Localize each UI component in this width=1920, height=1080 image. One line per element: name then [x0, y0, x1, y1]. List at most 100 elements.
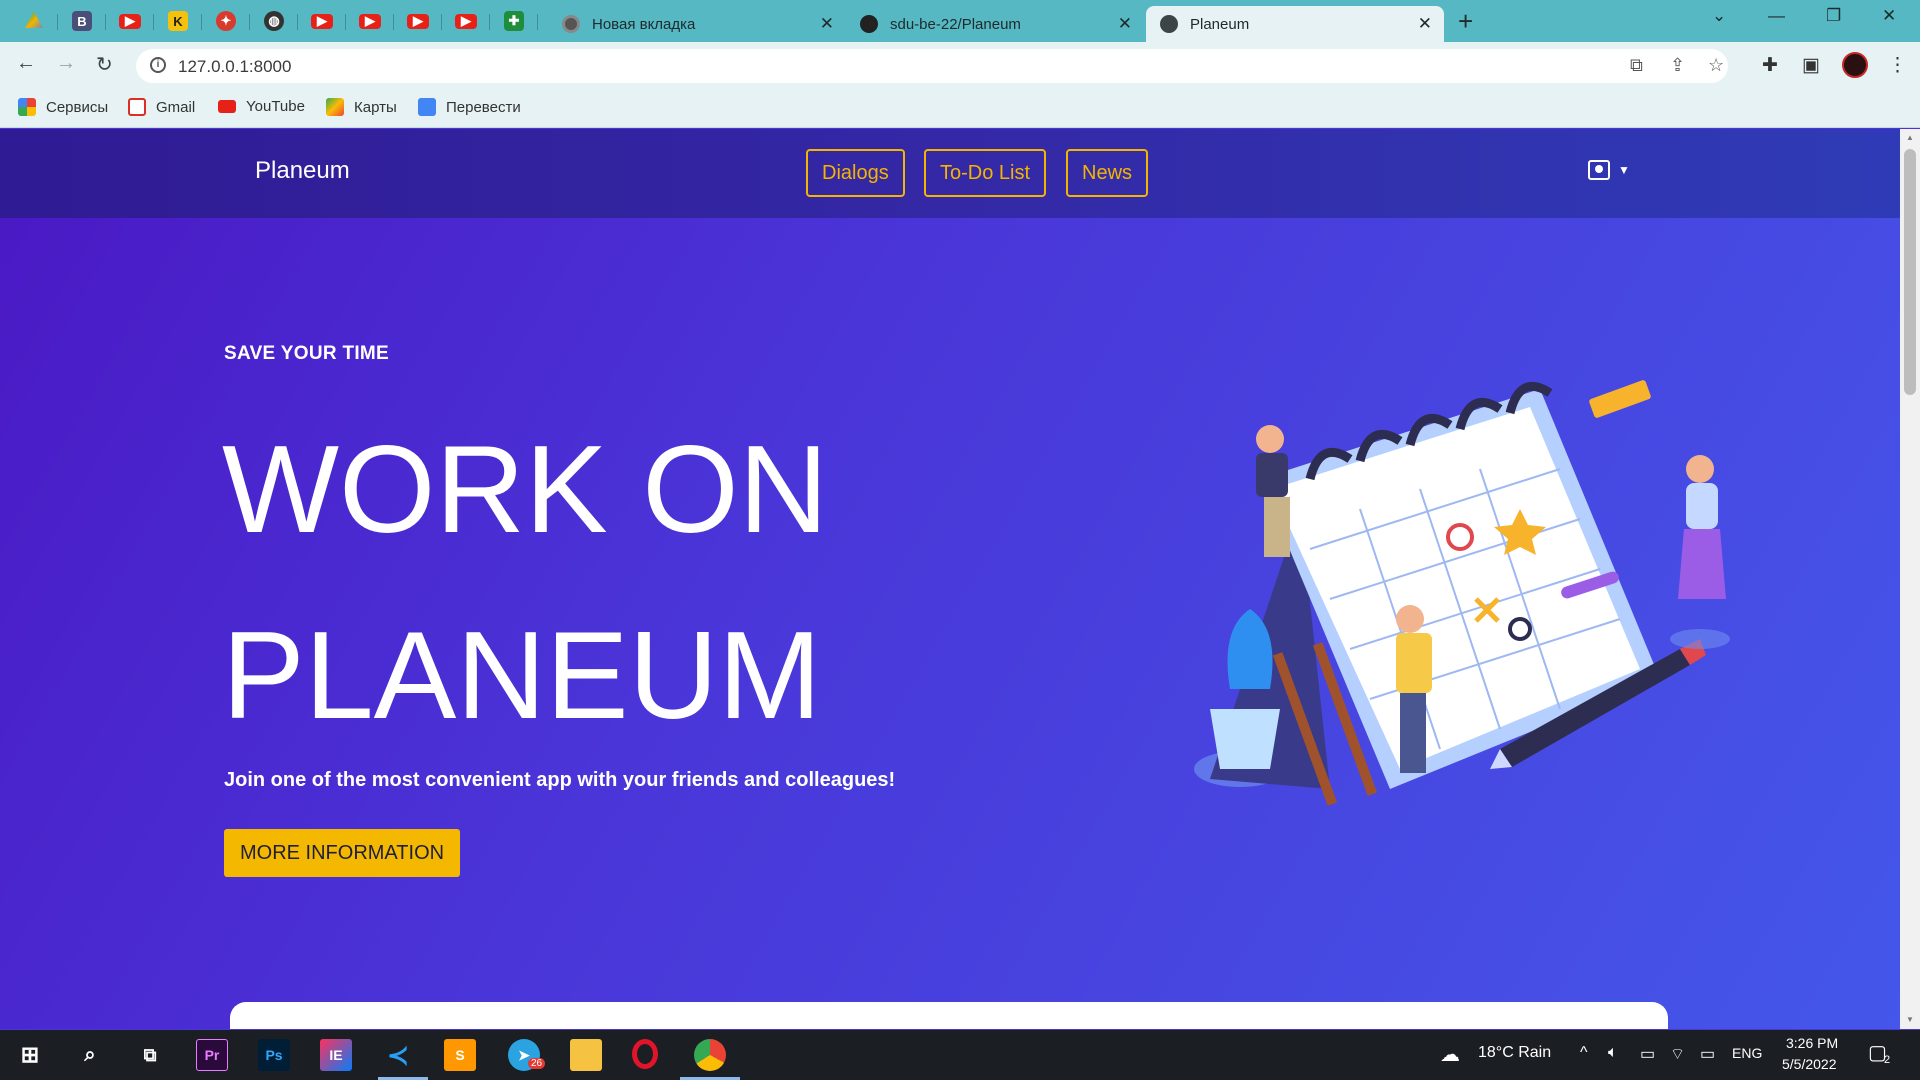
close-icon[interactable]: ✕: [1118, 14, 1132, 34]
pinned-tab-b[interactable]: B: [58, 6, 106, 36]
pinned-tab-sheets[interactable]: ✚: [490, 6, 538, 36]
site-navbar: Planeum Dialogs To-Do List News ▼: [0, 129, 1900, 218]
pinned-tab-k[interactable]: K: [154, 6, 202, 36]
bookmark-translate[interactable]: Перевести: [418, 98, 521, 116]
user-menu-dropdown[interactable]: ▼: [1588, 160, 1630, 180]
bookmark-youtube[interactable]: YouTube: [218, 98, 305, 115]
scroll-down-arrow-icon[interactable]: ▼: [1906, 1015, 1914, 1024]
sublime-text-icon[interactable]: S: [444, 1039, 476, 1071]
restore-button[interactable]: ❐: [1826, 6, 1841, 26]
chrome-icon[interactable]: [694, 1039, 726, 1071]
intellij-icon[interactable]: IE: [320, 1039, 352, 1071]
new-tab-button[interactable]: +: [1458, 6, 1473, 37]
b-logo-icon: B: [72, 11, 92, 31]
more-information-button[interactable]: MORE INFORMATION: [224, 829, 461, 877]
weather-text[interactable]: 18°C Rain: [1478, 1044, 1551, 1062]
clock-date[interactable]: 5/5/2022: [1782, 1056, 1837, 1072]
globe-icon: [1160, 15, 1178, 33]
pinned-tab-youtube-4[interactable]: ▶: [394, 6, 442, 36]
youtube-icon: ▶: [359, 13, 381, 29]
notifications-count: 2: [1884, 1054, 1891, 1066]
tab-title: Новая вкладка: [592, 15, 696, 33]
apps-grid-icon: [18, 98, 36, 116]
extensions-puzzle-icon[interactable]: ✚: [1762, 54, 1778, 77]
page-scrollbar[interactable]: ▲ ▼: [1900, 129, 1920, 1029]
hero-title-line-1: WORK ON: [222, 421, 829, 559]
site-brand[interactable]: Planeum: [255, 157, 350, 185]
reload-button[interactable]: ↻: [96, 52, 113, 77]
weather-rain-icon[interactable]: ☁: [1440, 1042, 1460, 1067]
bookmarks-bar: Сервисы Gmail YouTube Карты Перевести: [0, 88, 1920, 128]
task-view-icon[interactable]: ⧉: [134, 1039, 166, 1071]
back-button[interactable]: ←: [16, 52, 36, 75]
pinned-tab-youtube[interactable]: ▶: [106, 6, 154, 36]
language-indicator[interactable]: ENG: [1732, 1045, 1762, 1061]
bookmark-star-icon[interactable]: ☆: [1708, 55, 1724, 76]
nav-dialogs-link[interactable]: Dialogs: [806, 149, 905, 197]
tab-new-tab[interactable]: Новая вкладка ✕: [548, 6, 846, 42]
volume-icon[interactable]: 🔈︎: [1608, 1044, 1618, 1062]
hero-title: WORK ON PLANEUM: [222, 397, 922, 769]
globe-icon: ◍: [264, 11, 284, 31]
content-card: [230, 1002, 1668, 1029]
browser-tab-strip: B ▶ K ✦ ◍ ▶ ▶ ▶ ▶ ✚ Новая вкладка ✕ sdu-…: [0, 0, 1920, 42]
address-bar[interactable]: i 127.0.0.1:8000 ⧉ ⇪ ☆: [136, 49, 1728, 83]
pinned-tab-youtube-3[interactable]: ▶: [346, 6, 394, 36]
windows-taskbar: ⊞ ⌕ ⧉ Pr Ps IE ≺ S ➤ 26 ☁ 18°C Rain ^ 🔈︎…: [0, 1030, 1920, 1080]
minimize-button[interactable]: —: [1768, 6, 1785, 26]
nav-news-link[interactable]: News: [1066, 149, 1149, 197]
calendar-illustration: [1194, 380, 1730, 806]
tab-title: sdu-be-22/Planeum: [890, 15, 1021, 33]
site-info-icon[interactable]: i: [150, 57, 166, 73]
search-icon[interactable]: ⌕: [74, 1039, 106, 1071]
battery-icon[interactable]: ▭: [1700, 1044, 1715, 1064]
pinned-tab-youtube-2[interactable]: ▶: [298, 6, 346, 36]
tab-github[interactable]: sdu-be-22/Planeum ✕: [846, 6, 1144, 42]
pinned-tab-youtube-5[interactable]: ▶: [442, 6, 490, 36]
gmail-icon: [128, 98, 146, 116]
window-close-button[interactable]: ✕: [1882, 6, 1896, 26]
app-icon: ✦: [216, 11, 236, 31]
chrome-icon: [562, 15, 580, 33]
profile-avatar[interactable]: [1842, 52, 1868, 78]
tray-chevron-up-icon[interactable]: ^: [1580, 1044, 1588, 1062]
bookmark-label: Сервисы: [46, 98, 109, 116]
file-explorer-icon[interactable]: [570, 1039, 602, 1071]
plus-green-icon: ✚: [504, 11, 524, 31]
opera-icon[interactable]: [632, 1039, 658, 1069]
bookmark-services[interactable]: Сервисы: [18, 98, 108, 116]
translate-icon[interactable]: ⧉: [1630, 55, 1643, 76]
pinned-tab-app[interactable]: ✦: [202, 6, 250, 36]
photoshop-icon[interactable]: Ps: [258, 1039, 290, 1071]
youtube-icon: [218, 100, 236, 113]
tab-planeum[interactable]: Planeum ✕: [1146, 6, 1444, 42]
google-drive-icon: [25, 12, 43, 28]
clock-time[interactable]: 3:26 PM: [1786, 1035, 1838, 1051]
windows-start-icon[interactable]: ⊞: [14, 1039, 46, 1071]
bookmark-gmail[interactable]: Gmail: [128, 98, 195, 116]
wifi-icon[interactable]: ⌔: [1670, 1044, 1685, 1064]
tab-search-chevron-icon[interactable]: ⌄: [1712, 6, 1726, 26]
side-panel-icon[interactable]: ▣: [1802, 54, 1820, 77]
vscode-icon[interactable]: ≺: [382, 1039, 414, 1071]
browser-toolbar: ← → ↻ i 127.0.0.1:8000 ⧉ ⇪ ☆: [0, 42, 1920, 88]
forward-button[interactable]: →: [56, 52, 76, 75]
scroll-up-arrow-icon[interactable]: ▲: [1906, 133, 1914, 142]
youtube-icon: ▶: [407, 13, 429, 29]
translate-icon: [418, 98, 436, 116]
meet-camera-icon[interactable]: ▭: [1640, 1044, 1655, 1064]
menu-kebab-icon[interactable]: ⋮: [1888, 54, 1907, 77]
telegram-badge: 26: [528, 1058, 546, 1069]
close-icon[interactable]: ✕: [1418, 14, 1432, 34]
nav-todo-link[interactable]: To-Do List: [924, 149, 1047, 197]
page-viewport: Planeum Dialogs To-Do List News ▼ SAVE Y…: [0, 129, 1900, 1029]
scrollbar-thumb[interactable]: [1904, 149, 1916, 395]
premiere-pro-icon[interactable]: Pr: [196, 1039, 228, 1071]
share-icon[interactable]: ⇪: [1670, 55, 1685, 76]
user-profile-icon: [1588, 160, 1610, 180]
close-icon[interactable]: ✕: [820, 14, 834, 34]
pinned-tab-globe[interactable]: ◍: [250, 6, 298, 36]
pinned-tab-drive[interactable]: [10, 6, 58, 36]
bookmark-maps[interactable]: Карты: [326, 98, 397, 116]
youtube-icon: ▶: [311, 13, 333, 29]
